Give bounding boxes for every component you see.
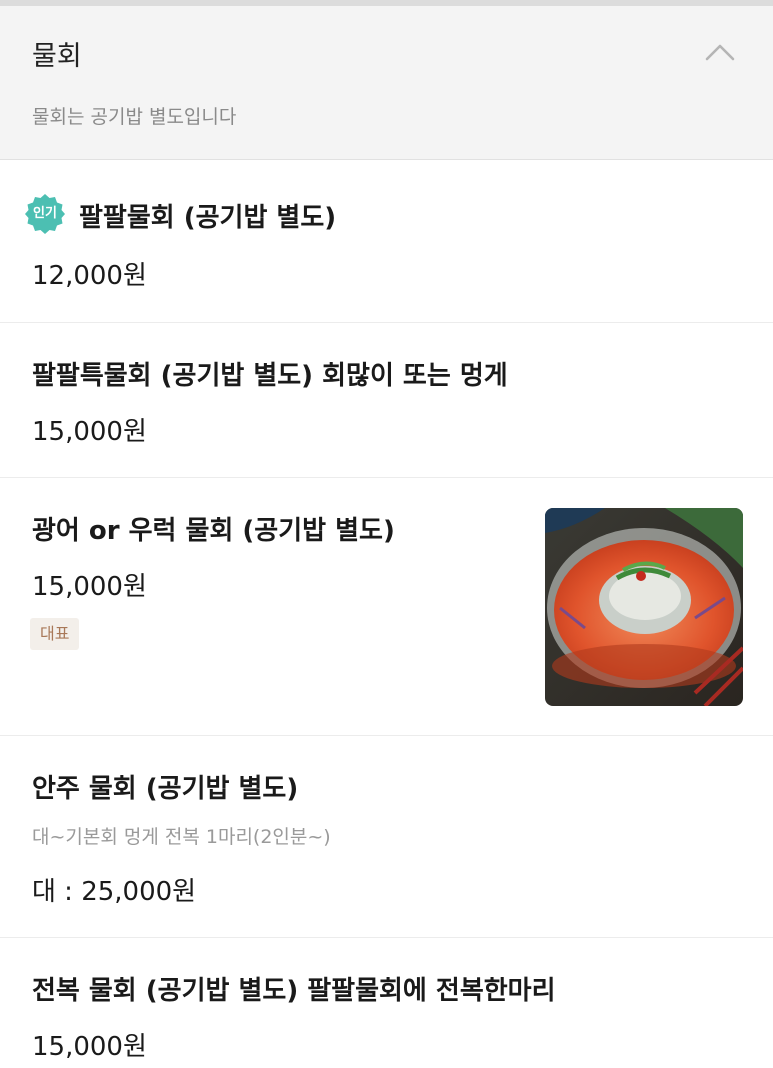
item-price: 15,000원 bbox=[32, 572, 147, 602]
item-price: 15,000원 bbox=[32, 1032, 147, 1062]
food-image[interactable] bbox=[545, 508, 743, 706]
category-title: 물회 bbox=[32, 41, 82, 72]
mulhoe-photo bbox=[545, 508, 743, 706]
signature-tag: 대표 bbox=[30, 618, 80, 650]
item-price: 12,000원 bbox=[32, 261, 147, 291]
item-price: 15,000원 bbox=[32, 417, 147, 447]
menu-item[interactable]: 팔팔특물회 (공기밥 별도) 회많이 또는 멍게 15,000원 bbox=[0, 323, 773, 478]
item-name: 광어 or 우럭 물회 (공기밥 별도) bbox=[32, 516, 395, 546]
chevron-up-icon[interactable] bbox=[704, 42, 736, 62]
item-price: 대 : 25,000원 bbox=[32, 877, 197, 907]
category-header[interactable]: 물회 물회는 공기밥 별도입니다 bbox=[0, 6, 773, 160]
item-name: 팔팔물회 (공기밥 별도) bbox=[79, 203, 337, 233]
badge-label: 인기 bbox=[33, 206, 57, 221]
item-name: 전복 물회 (공기밥 별도) 팔팔물회에 전복한마리 bbox=[32, 976, 556, 1006]
item-description: 대~기본회 멍게 전복 1마리(2인분~) bbox=[32, 826, 331, 848]
menu-item[interactable]: 안주 물회 (공기밥 별도) 대~기본회 멍게 전복 1마리(2인분~) 대 :… bbox=[0, 736, 773, 938]
menu-item[interactable]: 전복 물회 (공기밥 별도) 팔팔물회에 전복한마리 15,000원 bbox=[0, 938, 773, 1068]
popular-badge: 인기 bbox=[23, 192, 67, 236]
item-name: 팔팔특물회 (공기밥 별도) 회많이 또는 멍게 bbox=[32, 361, 508, 391]
category-description: 물회는 공기밥 별도입니다 bbox=[32, 106, 237, 128]
menu-item[interactable]: 인기 팔팔물회 (공기밥 별도) 12,000원 bbox=[0, 160, 773, 323]
menu-item[interactable]: 광어 or 우럭 물회 (공기밥 별도) 15,000원 대표 bbox=[0, 478, 773, 736]
item-name: 안주 물회 (공기밥 별도) bbox=[32, 774, 299, 804]
